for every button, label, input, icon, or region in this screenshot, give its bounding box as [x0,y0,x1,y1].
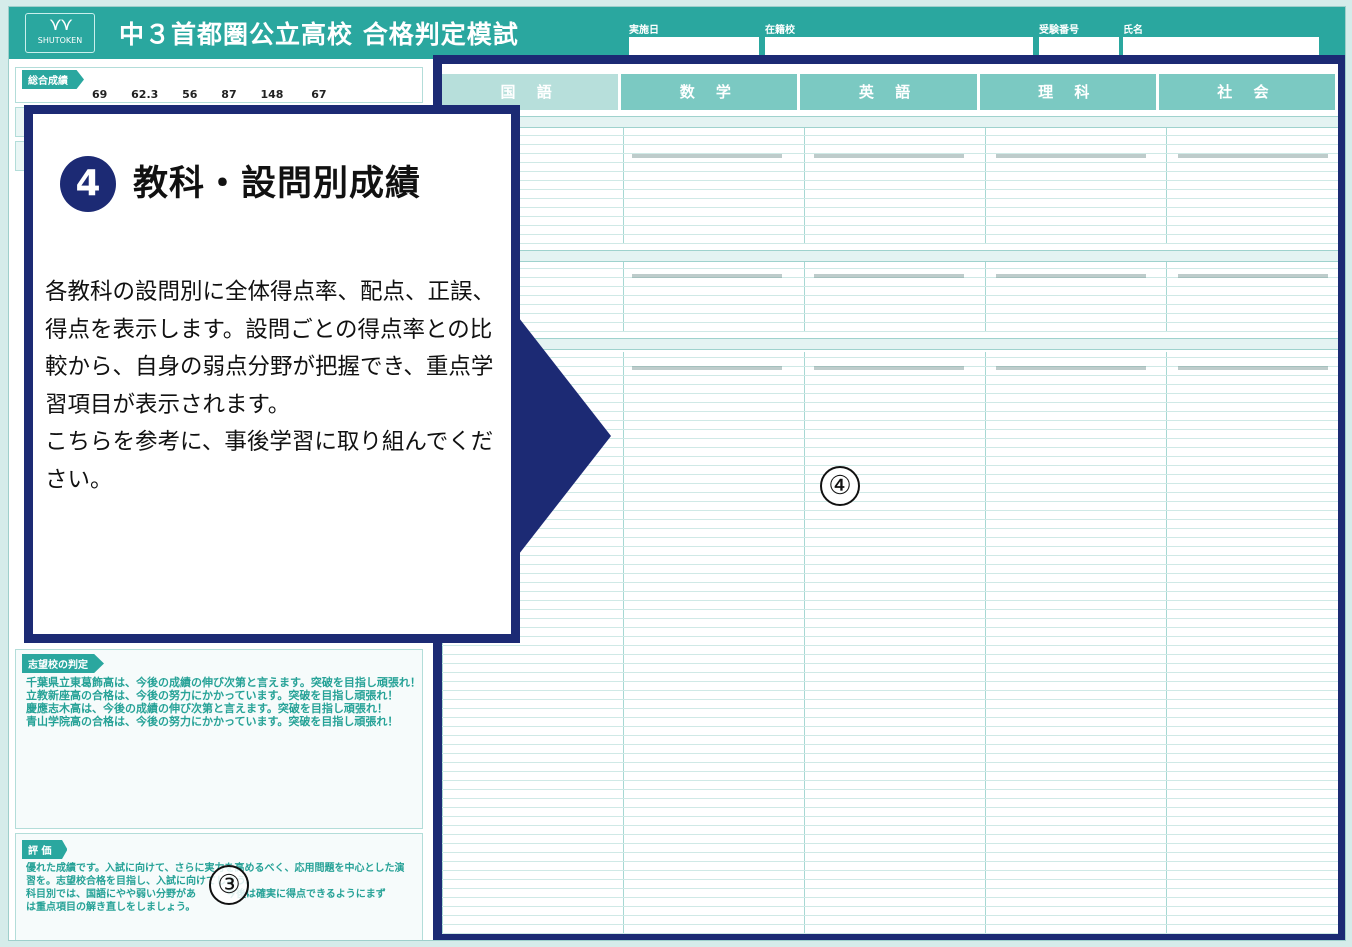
logo-text: SHUTOKEN [37,36,83,45]
outlook-line: 青山学院高の合格は、今後の努力にかかっています。突破を目指し頑張れ！ [26,715,399,728]
question-band [442,338,1338,350]
wings-icon: ⋎⋎ [48,14,73,35]
school-label: 在籍校 [765,25,795,36]
exam-date-label: 実施日 [629,25,659,36]
evaluation-line: は重点項目の解き直しをしましょう。 [26,902,196,913]
subject-scores-panel: 国 語 数 学 英 語 理 科 社 会 ④ [433,55,1345,940]
total-score-tag: 総合成績 [22,70,84,89]
school-box [765,37,1033,55]
callout-heading: 教科・設問別成績 [133,164,422,204]
subject-science: 理 科 [979,74,1156,110]
exam-number-label: 受験番号 [1039,25,1079,36]
priority-items-grid [442,262,1338,332]
subject-english: 英 語 [800,74,977,110]
evaluation-tag: 評 価 [22,840,68,859]
exam-date-box [629,37,759,55]
logo: ⋎⋎ SHUTOKEN [25,13,95,53]
total-score-section: 総合成績 69 62.3 56 87 148 67 [15,67,423,103]
step-number-badge: 4 [60,156,116,212]
explanation-callout: 4 教科・設問別成績 各教科の設問別に全体得点率、配点、正誤、得点を表示します。… [24,105,520,643]
marker-3: ③ [209,865,249,905]
marker-4: ④ [820,466,860,506]
evaluation-line: 科目別では、国語にやや弱い分野があ 今後は確実に得点できるようにまず [26,889,386,900]
name-label: 氏名 [1123,25,1143,36]
subject-header-bar: 国 語 数 学 英 語 理 科 社 会 [442,74,1338,110]
callout-paragraph: 各教科の設問別に全体得点率、配点、正誤、得点を表示します。設問ごとの得点率との比… [45,279,496,418]
school-outlook-section: 志望校の判定 千葉県立東葛飾高は、今後の成績の伸び次第と言えます。突破を目指し頑… [15,649,423,829]
outlook-line: 立教新座高の合格は、今後の努力にかかっています。突破を目指し頑張れ！ [26,689,399,702]
outlook-line: 慶應志木高は、今後の成績の伸び次第と言えます。突破を目指し頑張れ！ [26,702,388,715]
subject-math: 数 学 [621,74,798,110]
total-score-values: 69 62.3 56 87 148 67 [92,88,327,101]
priority-band [442,250,1338,262]
report-title: 中３首都圏公立高校 合格判定模試 [119,20,519,49]
report-header: ⋎⋎ SHUTOKEN 中３首都圏公立高校 合格判定模試 実施日 在籍校 受験番… [9,7,1345,59]
subject-social: 社 会 [1158,74,1336,110]
exam-number-box [1039,37,1119,55]
callout-body: 各教科の設問別に全体得点率、配点、正誤、得点を表示します。設問ごとの得点率との比… [45,274,507,499]
outlook-line: 千葉県立東葛飾高は、今後の成績の伸び次第と言えます。突破を目指し頑張れ！ [26,676,421,689]
category-score-grid [442,128,1338,244]
callout-paragraph: こちらを参考に、事後学習に取り組んでください。 [45,429,494,493]
school-outlook-tag: 志望校の判定 [22,654,104,673]
name-box [1123,37,1319,55]
category-band [442,116,1338,128]
